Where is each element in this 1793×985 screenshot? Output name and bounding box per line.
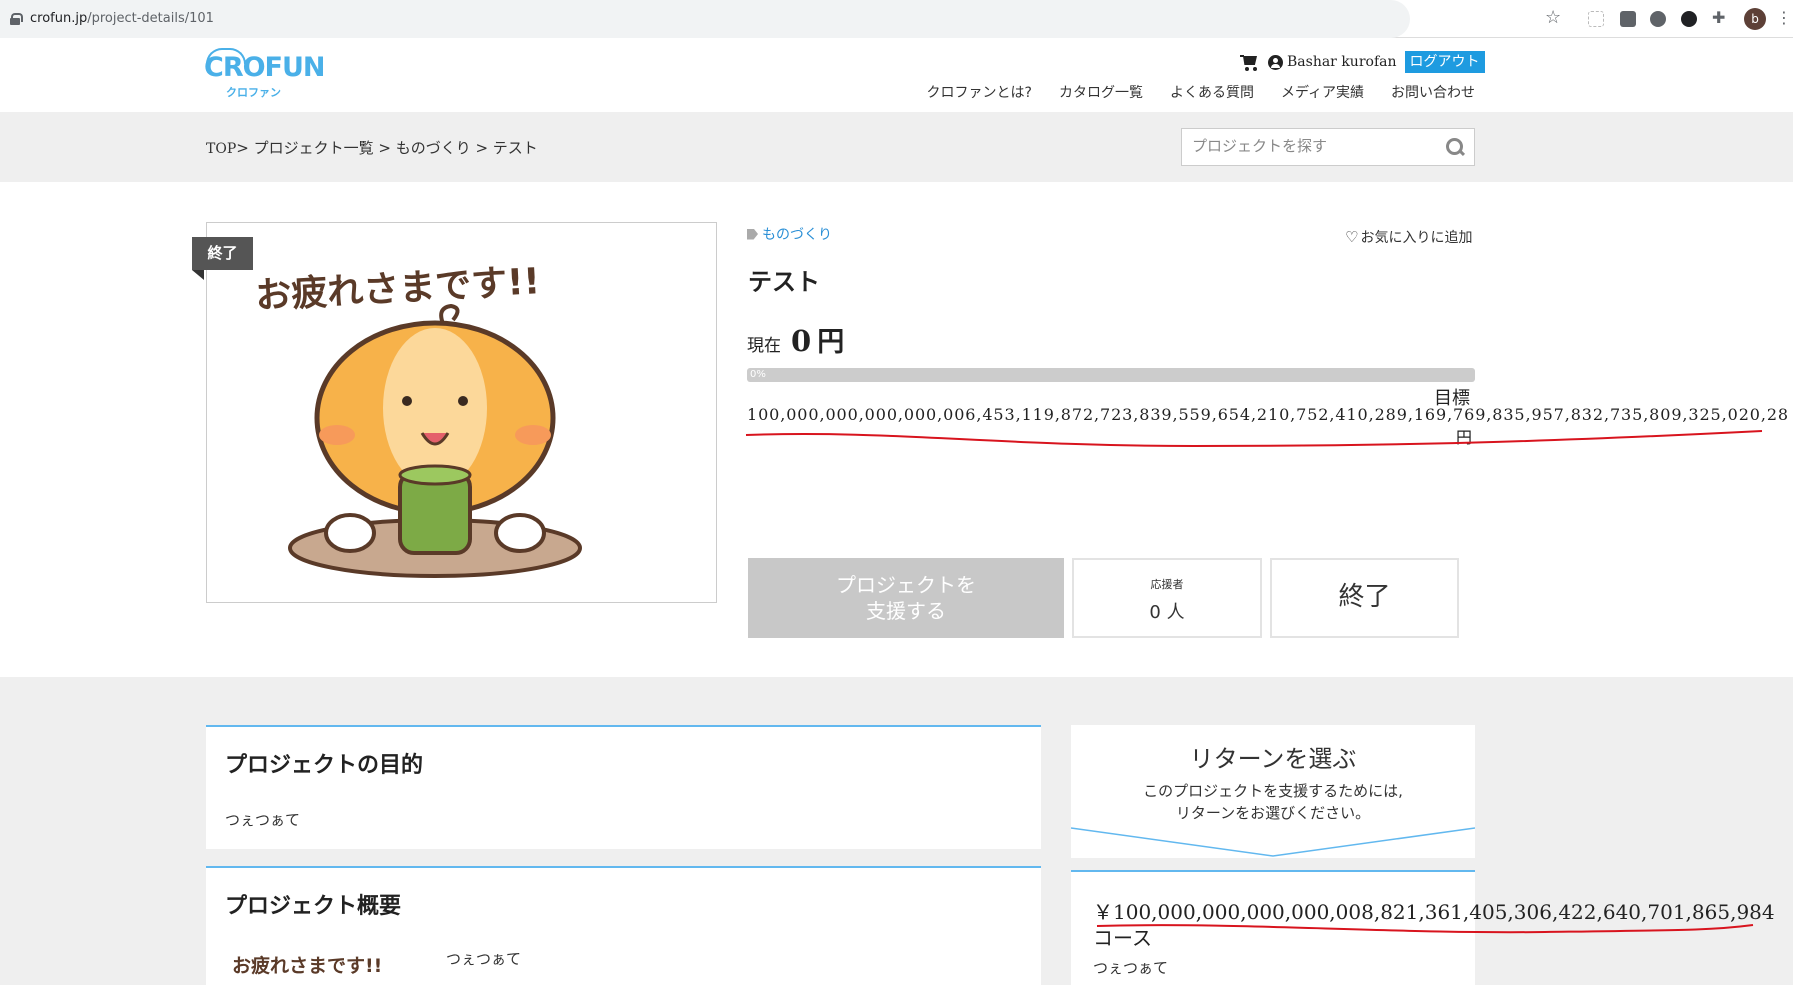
image-caption: お疲れさまです!! xyxy=(254,261,541,317)
overview-card: プロジェクト概要 お疲れさまです!! つぇつぁて xyxy=(206,866,1041,985)
logo-text: CROFUN xyxy=(204,52,326,83)
overview-text: つぇつぁて xyxy=(446,950,522,968)
nav-item-media[interactable]: メディア実績 xyxy=(1281,82,1364,102)
nav-item-contact[interactable]: お問い合わせ xyxy=(1391,82,1475,102)
purpose-card: プロジェクトの目的 つぇつぁて xyxy=(206,725,1041,849)
support-button-label: プロジェクトを 支援する xyxy=(836,573,976,623)
category-label: ものづくり xyxy=(762,227,832,243)
supporters-label: 応援者 xyxy=(1150,578,1184,591)
search-box xyxy=(1181,128,1475,166)
ended-badge: 終了 xyxy=(192,237,253,270)
search-input[interactable] xyxy=(1192,137,1432,155)
favorite-button[interactable]: ♡ お気に入りに追加 xyxy=(1345,227,1472,247)
supporters-box: 応援者 0 人 xyxy=(1072,558,1262,638)
extension-icon[interactable] xyxy=(1620,11,1636,27)
address-bar[interactable]: crofun.jp/project-details/101 xyxy=(0,0,1410,38)
heart-icon: ♡ xyxy=(1345,228,1359,246)
status-box: 終了 xyxy=(1270,558,1459,638)
favorite-label: お気に入りに追加 xyxy=(1360,230,1473,246)
current-unit: 円 xyxy=(817,327,845,358)
user-icon xyxy=(1268,54,1283,70)
search-icon[interactable] xyxy=(1446,138,1464,156)
overview-image: お疲れさまです!! xyxy=(228,944,428,985)
annotation-underline xyxy=(745,430,1763,448)
profile-avatar[interactable]: b xyxy=(1744,8,1766,30)
course-description: つぇつぁて xyxy=(1093,959,1169,977)
progress-bar: 0% xyxy=(747,368,1475,382)
bookmark-star-icon[interactable]: ☆ xyxy=(1545,7,1561,28)
user-bar: Bashar kurofan ログアウト xyxy=(1240,50,1485,74)
support-project-button[interactable]: プロジェクトを 支援する xyxy=(748,558,1064,638)
purpose-title: プロジェクトの目的 xyxy=(225,753,424,778)
extension-icon[interactable] xyxy=(1650,11,1666,27)
nav-item-catalog[interactable]: カタログ一覧 xyxy=(1059,82,1143,102)
user-name[interactable]: Bashar kurofan xyxy=(1287,54,1397,70)
current-value: 0 xyxy=(791,324,812,358)
return-subtitle: このプロジェクトを支援するためには, リターンをお選びください。 xyxy=(1071,780,1475,824)
overview-title: プロジェクト概要 xyxy=(225,894,402,919)
progress-text: 0% xyxy=(750,369,766,380)
overview-image-caption: お疲れさまです!! xyxy=(232,954,382,977)
breadcrumb: TOP> プロジェクト一覧 > ものづくり > テスト xyxy=(206,137,538,158)
ended-badge-fold xyxy=(192,270,204,280)
return-title: リターンを選ぶ xyxy=(1189,745,1357,773)
return-subtitle-line1: このプロジェクトを支援するためには, xyxy=(1143,782,1403,800)
tag-icon xyxy=(747,228,758,240)
current-amount: 現在 0 円 xyxy=(747,320,844,359)
extensions-puzzle-icon[interactable]: ✚ xyxy=(1712,8,1725,27)
return-subtitle-line2: リターンをお選びください。 xyxy=(1175,804,1371,822)
goal-value: 100,000,000,000,000,006,453,119,872,723,… xyxy=(747,405,1790,424)
breadcrumb-top-link[interactable]: TOP xyxy=(206,141,236,157)
logo-subtext: クロファン xyxy=(226,86,281,99)
logout-button[interactable]: ログアウト xyxy=(1404,51,1485,73)
annotation-underline xyxy=(1096,924,1754,934)
main-nav: クロファンとは? カタログ一覧 よくある質問 メディア実績 お問い合わせ xyxy=(900,82,1475,102)
breadcrumb-path[interactable]: > プロジェクト一覧 > ものづくり > テスト xyxy=(236,139,538,157)
extension-icon[interactable] xyxy=(1681,11,1697,27)
browser-menu-icon[interactable]: ⋮ xyxy=(1776,8,1792,27)
site-logo[interactable]: CROFUN クロファン xyxy=(204,48,326,100)
cart-icon[interactable] xyxy=(1240,53,1260,71)
nav-item-faq[interactable]: よくある質問 xyxy=(1170,82,1254,102)
project-image: お疲れさまです!! xyxy=(206,222,717,603)
project-title: テスト xyxy=(748,268,820,296)
lock-icon[interactable] xyxy=(10,13,23,25)
current-label: 現在 xyxy=(747,336,781,356)
nav-item-about[interactable]: クロファンとは? xyxy=(927,82,1032,102)
url-text[interactable]: crofun.jp/project-details/101 xyxy=(30,11,214,26)
supporters-value: 0 人 xyxy=(1149,602,1185,623)
return-arrow-divider xyxy=(1071,826,1475,857)
extension-icon[interactable] xyxy=(1588,11,1604,27)
category-link[interactable]: ものづくり xyxy=(747,224,832,244)
browser-toolbar: crofun.jp/project-details/101 ☆ ✚ b ⋮ xyxy=(0,0,1793,38)
purpose-text: つぇつぁて xyxy=(225,811,301,829)
